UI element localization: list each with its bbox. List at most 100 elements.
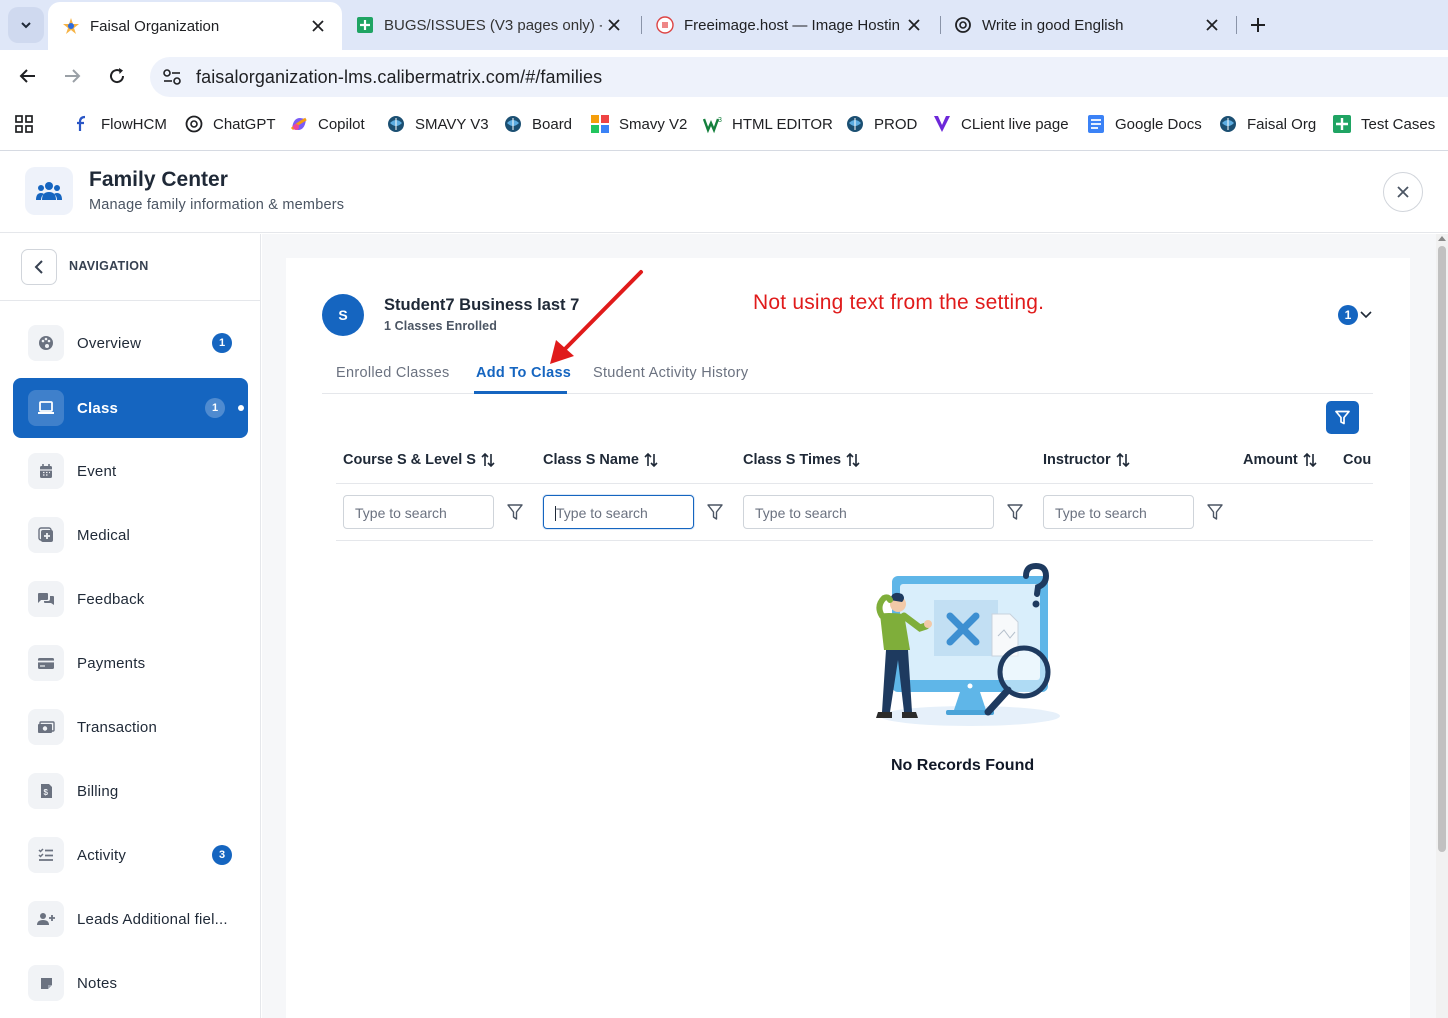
bookmark-faisal-org[interactable]: Faisal Org: [1218, 114, 1316, 134]
sidebar-item-activity[interactable]: Activity 3: [13, 825, 248, 885]
column-header-label: Instructor: [1043, 452, 1111, 468]
new-tab-button[interactable]: [1246, 13, 1270, 37]
address-bar[interactable]: faisalorganization-lms.calibermatrix.com…: [150, 57, 1448, 97]
sidebar-item-transaction[interactable]: Transaction: [13, 697, 248, 757]
column-header-coupon[interactable]: Cou: [1343, 452, 1373, 468]
sort-icon[interactable]: [481, 452, 495, 468]
bookmark-flowhcm[interactable]: FlowHCM: [72, 114, 167, 134]
browser-tab-title: BUGS/ISSUES (V3 pages only) -: [384, 16, 602, 34]
bookmark-prod[interactable]: PROD: [845, 114, 917, 134]
cash-icon: [28, 709, 64, 745]
bookmark-html-editor[interactable]: 3 HTML EDITOR: [703, 114, 833, 134]
scroll-up-arrow[interactable]: [1438, 236, 1446, 241]
count-badge: 1: [205, 398, 225, 418]
arrow-right-icon: [65, 69, 81, 83]
tab-student-activity-history[interactable]: Student Activity History: [593, 365, 748, 381]
sidebar-item-payments[interactable]: Payments: [13, 633, 248, 693]
sidebar-item-medical[interactable]: Medical: [13, 505, 248, 565]
sidebar-item-label: Feedback: [77, 590, 145, 608]
sidebar-item-feedback[interactable]: Feedback: [13, 569, 248, 629]
close-tab-icon[interactable]: [306, 14, 330, 38]
checklist-icon: [28, 837, 64, 873]
chevron-down-icon[interactable]: [1359, 308, 1373, 322]
bookmark-client-live[interactable]: CLient live page: [932, 114, 1069, 134]
reload-button[interactable]: [103, 62, 131, 90]
sidebar-item-overview[interactable]: Overview 1: [13, 313, 248, 373]
close-button[interactable]: [1383, 172, 1423, 212]
sheets-icon: [1332, 114, 1352, 134]
bookmark-label: CLient live page: [961, 115, 1069, 133]
bookmark-label: PROD: [874, 115, 918, 133]
header-divider: [336, 483, 1373, 484]
filter-icon[interactable]: [507, 503, 523, 521]
close-tab-icon[interactable]: [602, 13, 626, 37]
bookmark-smavy-v3[interactable]: SMAVY V3: [386, 114, 489, 134]
sidebar-item-label: Billing: [77, 782, 119, 800]
back-button[interactable]: [14, 62, 42, 90]
sidebar-item-label: Leads Additional fiel...: [77, 910, 228, 928]
browser-tab-english[interactable]: Write in good English: [940, 0, 1236, 50]
column-header-class-name[interactable]: Class S Name: [543, 452, 658, 468]
bookmark-board[interactable]: Board: [503, 114, 572, 134]
search-input-course-level[interactable]: Type to search: [343, 495, 494, 529]
copilot-icon: [289, 114, 309, 134]
bookmark-label: ChatGPT: [213, 115, 276, 133]
bookmark-test-cases[interactable]: Test Cases: [1332, 114, 1435, 134]
student-count-badge[interactable]: 1: [1338, 305, 1358, 325]
bookmark-copilot[interactable]: Copilot: [289, 114, 365, 134]
scrollbar-thumb[interactable]: [1438, 246, 1446, 852]
sidebar-item-billing[interactable]: $ Billing: [13, 761, 248, 821]
smavy-globe-icon: [386, 114, 406, 134]
search-input-class-name[interactable]: Type to search: [543, 495, 694, 529]
sort-icon[interactable]: [1303, 452, 1317, 468]
bookmark-label: HTML EDITOR: [732, 115, 833, 133]
bookmark-label: Smavy V2: [619, 115, 688, 133]
bookmark-smavy-v2[interactable]: Smavy V2: [590, 114, 687, 134]
sidebar-item-label: Event: [77, 462, 117, 480]
bookmark-chatgpt[interactable]: ChatGPT: [184, 114, 276, 134]
filter-icon[interactable]: [707, 503, 723, 521]
column-header-class-times[interactable]: Class S Times: [743, 452, 860, 468]
student-avatar: S: [322, 294, 364, 336]
filter-icon[interactable]: [1207, 503, 1223, 521]
browser-tab-bugs[interactable]: BUGS/ISSUES (V3 pages only) -: [342, 0, 638, 50]
reload-icon: [110, 68, 125, 84]
column-header-course-level[interactable]: Course S & Level S: [343, 452, 495, 468]
collapse-sidebar-button[interactable]: [21, 249, 57, 285]
sidebar-item-event[interactable]: Event: [13, 441, 248, 501]
sort-icon[interactable]: [1116, 452, 1130, 468]
invoice-icon: $: [28, 773, 64, 809]
column-header-amount[interactable]: Amount: [1243, 452, 1317, 468]
browser-tab-faisal-org[interactable]: Faisal Organization: [48, 2, 342, 50]
sidebar-title: NAVIGATION: [69, 259, 149, 273]
close-icon: [1397, 186, 1409, 198]
browser-tab-freeimage[interactable]: Freeimage.host — Image Hostin: [642, 0, 938, 50]
close-tab-icon[interactable]: [902, 13, 926, 37]
chevron-down-icon: [21, 22, 31, 29]
close-tab-icon[interactable]: [1200, 13, 1224, 37]
sort-icon[interactable]: [846, 452, 860, 468]
search-input-instructor[interactable]: Type to search: [1043, 495, 1194, 529]
filter-button[interactable]: [1326, 401, 1359, 434]
forward-button[interactable]: [58, 62, 86, 90]
tab-search-button[interactable]: [8, 7, 44, 43]
app-header: Family Center Manage family information …: [0, 151, 1448, 233]
column-header-label: Course S & Level S: [343, 452, 476, 468]
site-info-icon[interactable]: [162, 68, 182, 86]
sidebar-item-class[interactable]: Class 1: [13, 378, 248, 438]
annotation-note: Not using text from the setting.: [753, 291, 1045, 314]
card-icon: [28, 645, 64, 681]
sidebar-item-leads-additional-fields[interactable]: Leads Additional fiel...: [13, 889, 248, 949]
search-placeholder: Type to search: [755, 505, 847, 521]
tab-add-to-class[interactable]: Add To Class: [476, 365, 571, 381]
sort-icon[interactable]: [644, 452, 658, 468]
column-header-instructor[interactable]: Instructor: [1043, 452, 1130, 468]
search-input-class-times[interactable]: Type to search: [743, 495, 994, 529]
sidebar-item-notes[interactable]: Notes: [13, 953, 248, 1013]
tab-enrolled-classes[interactable]: Enrolled Classes: [336, 365, 450, 381]
active-tab-indicator: [474, 391, 567, 394]
bookmark-google-docs[interactable]: Google Docs: [1086, 114, 1202, 134]
active-dot: [238, 405, 244, 411]
filter-icon[interactable]: [1007, 503, 1023, 521]
apps-button[interactable]: [14, 114, 43, 134]
